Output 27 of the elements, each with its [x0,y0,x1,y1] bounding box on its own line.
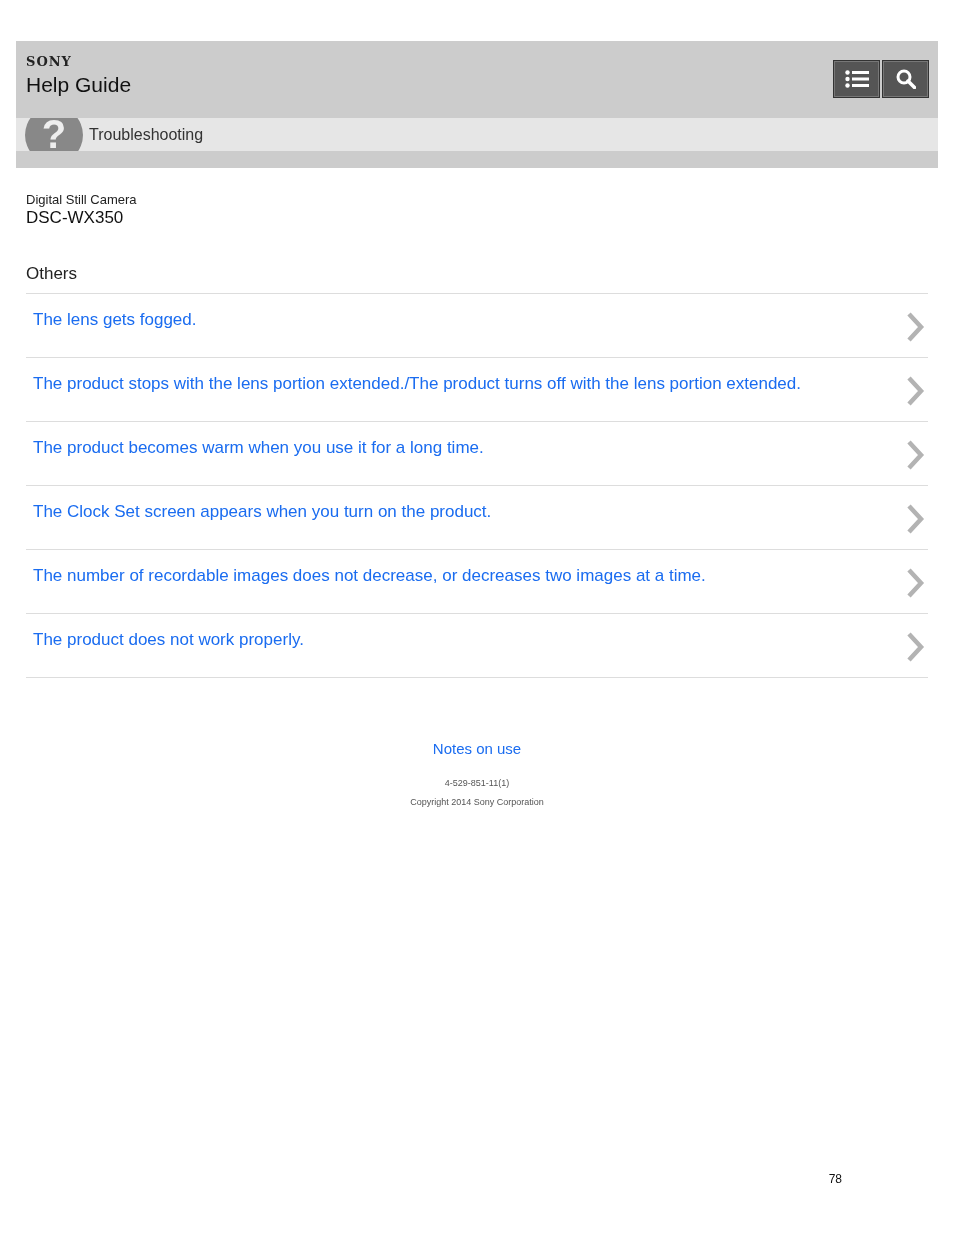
section-title: Others [26,264,928,294]
chevron-icon [905,311,925,343]
product-category: Digital Still Camera [26,192,138,207]
list-button[interactable] [833,60,880,98]
page-title: Help Guide [26,73,132,97]
chevron-icon [905,503,925,535]
topic-link[interactable]: The lens gets fogged. [26,294,928,358]
chevron-icon [905,439,925,471]
chevron-icon [905,567,925,599]
topic-link[interactable]: The product stops with the lens portion extended./The product turns off with the lens portion extended. [26,358,928,422]
search-icon [895,69,916,89]
list-icon [844,70,869,88]
copyright-text: Copyright 2014 Sony Corporation [410,797,544,807]
help-icon: ? [25,118,83,151]
product-model: DSC-WX350 [26,208,125,228]
brand-logo: SONY [26,54,73,69]
notes-link[interactable]: Notes on use [432,740,522,757]
document-code: 4-529-851-11(1) [444,778,510,788]
search-button[interactable] [882,60,929,98]
page-number: 78 [827,1172,843,1186]
topic-link[interactable]: The product becomes warm when you use it for a long time. [26,422,928,486]
topic-link[interactable]: The Clock Set screen appears when you turn on the product. [26,486,928,550]
topic-link[interactable]: The product does not work properly. [26,614,928,678]
chevron-icon [905,375,925,407]
chevron-icon [905,631,925,663]
breadcrumb-label: Troubleshooting [89,125,204,144]
topic-link[interactable]: The number of recordable images does not decrease, or decreases two images at a time. [26,550,928,614]
